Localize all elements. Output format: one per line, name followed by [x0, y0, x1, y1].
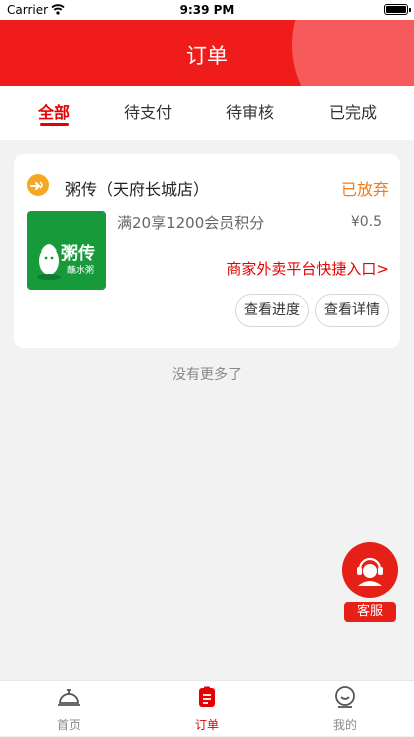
tabbar-home[interactable]: 首页 — [0, 681, 138, 737]
order-icon — [199, 686, 215, 707]
battery-icon — [384, 4, 411, 15]
tabbar-profile-label: 我的 — [332, 718, 357, 732]
list-end-text: 没有更多了 — [172, 367, 242, 383]
order-status-badge: 已放弃 — [340, 180, 389, 199]
tab-pending-review[interactable]: 待审核 — [198, 99, 302, 123]
order-card[interactable]: 粥传（天府长城店） 已放弃 粥传 蘸水粥 满20享1200会员积分 ¥0.5 商… — [14, 154, 400, 348]
product-image[interactable]: 粥传 蘸水粥 — [27, 211, 106, 290]
tab-completed[interactable]: 已完成 — [301, 99, 405, 123]
page-header: 订单 — [0, 20, 414, 86]
product-image-brand: 粥传 — [61, 244, 95, 264]
view-detail-button[interactable]: 查看详情 — [315, 294, 389, 327]
customer-service-button[interactable]: 客服 — [342, 542, 398, 624]
order-tabs: 全部 待支付 待审核 已完成 — [0, 86, 414, 140]
tabbar-orders[interactable]: 订单 — [138, 681, 276, 737]
product-image-sub: 蘸水粥 — [67, 266, 95, 276]
product-title: 满20享1200会员积分 — [117, 214, 265, 232]
customer-service-icon — [342, 542, 398, 598]
customer-service-label: 客服 — [344, 602, 396, 622]
home-bell-icon — [58, 689, 80, 706]
tabbar-profile[interactable]: 我的 — [276, 681, 414, 737]
tabbar-home-label: 首页 — [56, 718, 81, 732]
status-time: 9:39 PM — [179, 3, 235, 17]
shop-name[interactable]: 粥传（天府长城店） — [65, 176, 209, 200]
tabbar-orders-label: 订单 — [194, 718, 219, 732]
tab-all[interactable]: 全部 — [2, 99, 106, 123]
profile-icon — [335, 686, 355, 708]
active-tab-indicator — [40, 123, 69, 126]
page-title: 订单 — [186, 44, 228, 68]
shop-icon — [27, 174, 49, 196]
status-bar: Carrier 9:39 PM — [0, 0, 414, 20]
view-progress-button[interactable]: 查看进度 — [235, 294, 309, 327]
tab-pending-payment[interactable]: 待支付 — [96, 99, 200, 123]
bottom-tabbar: 首页 订单 我的 — [0, 680, 414, 736]
product-price: ¥0.5 — [350, 214, 382, 230]
merchant-platform-link[interactable]: 商家外卖平台快捷入口> — [226, 258, 389, 279]
